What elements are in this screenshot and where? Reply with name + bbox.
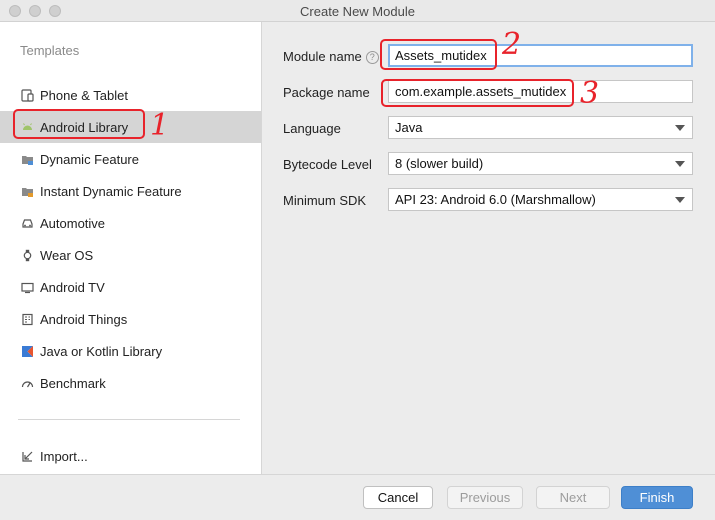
sidebar-item-label: Dynamic Feature bbox=[40, 151, 139, 167]
sidebar-item-instant-dynamic-feature[interactable]: Instant Dynamic Feature bbox=[0, 175, 261, 207]
sidebar-item-wear-os[interactable]: Wear OS bbox=[0, 239, 261, 271]
sidebar-item-import[interactable]: Import... bbox=[0, 440, 261, 472]
things-board-icon bbox=[20, 312, 34, 326]
sidebar-divider bbox=[18, 419, 240, 420]
bytecode-level-select[interactable]: 8 (slower build) bbox=[388, 152, 693, 175]
package-name-label: Package name bbox=[283, 85, 370, 100]
module-name-label-text: Module name bbox=[283, 49, 362, 64]
bytecode-level-label: Bytecode Level bbox=[283, 157, 372, 172]
language-value: Java bbox=[395, 120, 423, 135]
gauge-icon bbox=[20, 376, 34, 390]
sidebar-item-automotive[interactable]: Automotive bbox=[0, 207, 261, 239]
annotation-number-1: 1 bbox=[150, 108, 170, 143]
folder-feature-icon bbox=[20, 152, 34, 166]
previous-button[interactable]: Previous bbox=[447, 486, 523, 509]
sidebar-item-label: Automotive bbox=[40, 215, 106, 231]
watch-icon bbox=[20, 248, 34, 262]
sidebar-item-android-tv[interactable]: Android TV bbox=[0, 271, 261, 303]
chevron-down-icon bbox=[675, 197, 685, 203]
annotation-number-3: 3 bbox=[580, 76, 600, 111]
annotation-box-3 bbox=[381, 79, 574, 107]
templates-header: Templates bbox=[20, 43, 80, 58]
finish-button[interactable]: Finish bbox=[621, 486, 693, 509]
kotlin-icon bbox=[20, 344, 34, 358]
sidebar-item-label: Benchmark bbox=[40, 375, 106, 391]
car-icon bbox=[20, 216, 34, 230]
sidebar-item-java-kotlin-library[interactable]: Java or Kotlin Library bbox=[0, 335, 261, 367]
folder-instant-icon bbox=[20, 184, 34, 198]
sidebar-item-benchmark[interactable]: Benchmark bbox=[0, 367, 261, 399]
import-icon bbox=[20, 449, 34, 463]
minimum-sdk-value: API 23: Android 6.0 (Marshmallow) bbox=[395, 192, 596, 207]
sidebar-item-label: Instant Dynamic Feature bbox=[40, 183, 182, 199]
help-icon[interactable]: ? bbox=[365, 50, 379, 64]
cancel-button[interactable]: Cancel bbox=[363, 486, 433, 509]
bytecode-level-value: 8 (slower build) bbox=[395, 156, 484, 171]
annotation-box-1 bbox=[13, 109, 145, 139]
sidebar-item-phone-tablet[interactable]: Phone & Tablet bbox=[0, 79, 261, 111]
language-label: Language bbox=[283, 121, 341, 136]
minimum-sdk-label: Minimum SDK bbox=[283, 193, 367, 208]
sidebar-item-label: Import... bbox=[40, 448, 88, 464]
sidebar-item-dynamic-feature[interactable]: Dynamic Feature bbox=[0, 143, 261, 175]
sidebar-item-label: Phone & Tablet bbox=[40, 87, 128, 103]
tv-icon bbox=[20, 280, 34, 294]
language-select[interactable]: Java bbox=[388, 116, 693, 139]
dialog-footer: Cancel Previous Next Finish bbox=[0, 474, 715, 520]
chevron-down-icon bbox=[675, 125, 685, 131]
annotation-box-2 bbox=[380, 39, 497, 70]
sidebar-item-android-things[interactable]: Android Things bbox=[0, 303, 261, 335]
phone-tablet-icon bbox=[20, 88, 34, 102]
window-titlebar: Create New Module bbox=[0, 0, 715, 22]
annotation-number-2: 2 bbox=[502, 27, 522, 62]
sidebar-item-label: Android TV bbox=[40, 279, 105, 295]
minimum-sdk-select[interactable]: API 23: Android 6.0 (Marshmallow) bbox=[388, 188, 693, 211]
templates-sidebar: Templates Phone & Tablet Android Library… bbox=[0, 22, 262, 474]
window-title: Create New Module bbox=[300, 4, 415, 19]
next-button[interactable]: Next bbox=[536, 486, 610, 509]
module-form: Module name? Assets_mutidex Package name… bbox=[262, 22, 715, 474]
sidebar-item-label: Java or Kotlin Library bbox=[40, 343, 163, 359]
sidebar-item-label: Wear OS bbox=[40, 247, 94, 263]
chevron-down-icon bbox=[675, 161, 685, 167]
sidebar-item-label: Android Things bbox=[40, 311, 128, 327]
module-name-label: Module name? bbox=[283, 49, 379, 64]
